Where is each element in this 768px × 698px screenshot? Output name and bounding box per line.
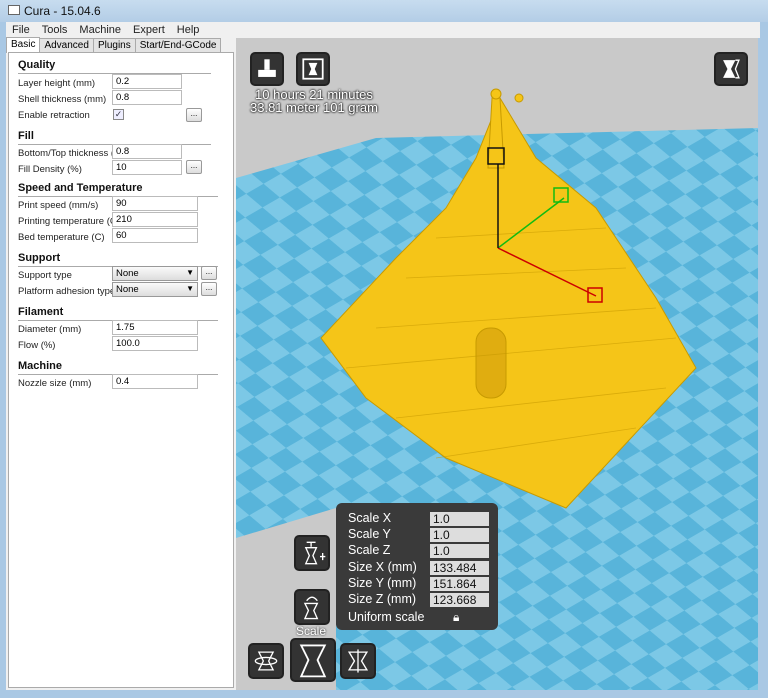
fill-settings-button[interactable]: ...: [186, 160, 202, 174]
diameter-input[interactable]: 1.75: [112, 320, 198, 335]
settings-panel: Basic Advanced Plugins Start/End-GCode Q…: [6, 37, 236, 690]
mirror-tool-button[interactable]: [340, 643, 376, 679]
chevron-down-icon: ▼: [186, 284, 194, 293]
size-z-label: Size Z (mm): [348, 592, 417, 606]
scale-panel: Scale X 1.0 Scale Y 1.0 Scale Z 1.0 Size…: [336, 503, 498, 630]
scale-x-label: Scale X: [348, 511, 392, 525]
printing-temperature-input[interactable]: 210: [112, 212, 198, 227]
support-type-label: Support type: [18, 270, 72, 281]
bed-temperature-label: Bed temperature (C): [18, 232, 105, 243]
section-support: Support: [18, 252, 61, 264]
nozzle-size-input[interactable]: 0.4: [112, 374, 198, 389]
adhesion-value: None: [116, 284, 139, 295]
retraction-checkbox[interactable]: ✓: [113, 109, 124, 120]
support-type-select[interactable]: None ▼: [112, 266, 198, 281]
rotate-tool-button[interactable]: [248, 643, 284, 679]
retraction-label: Enable retraction: [18, 110, 90, 121]
tab-plugins[interactable]: Plugins: [92, 38, 136, 53]
support-settings-button[interactable]: ...: [201, 266, 217, 280]
view-mode-icon: [723, 59, 740, 79]
print-speed-input[interactable]: 90: [112, 196, 198, 211]
print-material: 33.81 meter 101 gram: [250, 100, 378, 115]
nozzle-size-label: Nozzle size (mm): [18, 378, 92, 389]
size-x-label: Size X (mm): [348, 560, 417, 574]
support-type-value: None: [116, 268, 139, 279]
3d-viewport[interactable]: 10 hours 21 minutes 33.81 meter 101 gram…: [236, 38, 758, 690]
scale-icon: [299, 644, 327, 678]
menu-machine[interactable]: Machine: [79, 24, 121, 36]
title-bar: Cura - 15.04.6: [0, 0, 768, 22]
fill-density-input[interactable]: 10: [112, 160, 182, 175]
save-gcode-button[interactable]: [296, 52, 330, 86]
window-title: Cura - 15.04.6: [24, 4, 101, 18]
scale-x-input[interactable]: 1.0: [430, 512, 489, 526]
flow-input[interactable]: 100.0: [112, 336, 198, 351]
layer-height-input[interactable]: 0.2: [112, 74, 182, 89]
fill-density-label: Fill Density (%): [18, 164, 82, 175]
menu-bar: File Tools Machine Expert Help: [6, 22, 760, 38]
active-tool-label: Scale: [296, 624, 327, 638]
app-icon: [8, 5, 20, 15]
section-fill: Fill: [18, 130, 34, 142]
adhesion-select[interactable]: None ▼: [112, 282, 198, 297]
reset-scale-button[interactable]: [294, 589, 330, 625]
tab-basic[interactable]: Basic: [6, 37, 41, 53]
load-model-button[interactable]: [250, 52, 284, 86]
load-icon: [258, 59, 276, 77]
section-quality: Quality: [18, 59, 56, 71]
print-speed-label: Print speed (mm/s): [18, 200, 99, 211]
menu-help[interactable]: Help: [177, 24, 200, 36]
tab-advanced[interactable]: Advanced: [39, 38, 94, 53]
scale-max-icon: [304, 541, 326, 565]
layer-height-label: Layer height (mm): [18, 78, 96, 89]
menu-file[interactable]: File: [12, 24, 30, 36]
menu-tools[interactable]: Tools: [42, 24, 68, 36]
flow-label: Flow (%): [18, 340, 56, 351]
size-y-input[interactable]: 151.864: [430, 577, 489, 591]
scale-y-input[interactable]: 1.0: [430, 528, 489, 542]
tab-start-end-gcode[interactable]: Start/End-GCode: [134, 38, 222, 53]
reset-scale-icon: [303, 596, 319, 620]
scale-tool-button[interactable]: [290, 638, 336, 682]
adhesion-label: Platform adhesion type: [18, 286, 116, 297]
scale-z-input[interactable]: 1.0: [430, 544, 489, 558]
scale-y-label: Scale Y: [348, 527, 391, 541]
menu-expert[interactable]: Expert: [133, 24, 165, 36]
diameter-label: Diameter (mm): [18, 324, 82, 335]
scale-z-label: Scale Z: [348, 543, 391, 557]
bottom-top-input[interactable]: 0.8: [112, 144, 182, 159]
size-x-input[interactable]: 133.484: [430, 561, 489, 575]
uniform-scale-label: Uniform scale: [348, 610, 425, 624]
save-toolpath-icon: [302, 58, 324, 80]
retraction-settings-button[interactable]: ...: [186, 108, 202, 122]
shell-thickness-label: Shell thickness (mm): [18, 94, 107, 105]
print-info: 10 hours 21 minutes 33.81 meter 101 gram: [250, 88, 378, 114]
mirror-icon: [347, 649, 369, 673]
section-machine: Machine: [18, 360, 63, 372]
lock-icon[interactable]: 🔒︎: [453, 610, 459, 625]
size-z-input[interactable]: 123.668: [430, 593, 489, 607]
printing-temperature-label: Printing temperature (C): [18, 216, 120, 227]
view-mode-button[interactable]: [714, 52, 748, 86]
bed-temperature-input[interactable]: 60: [112, 228, 198, 243]
chevron-down-icon: ▼: [186, 268, 194, 277]
rotate-icon: [254, 651, 278, 671]
adhesion-settings-button[interactable]: ...: [201, 282, 217, 296]
section-filament: Filament: [18, 306, 64, 318]
section-speed-temperature: Speed and Temperature: [18, 182, 143, 194]
size-y-label: Size Y (mm): [348, 576, 417, 590]
scale-to-max-button[interactable]: [294, 535, 330, 571]
shell-thickness-input[interactable]: 0.8: [112, 90, 182, 105]
